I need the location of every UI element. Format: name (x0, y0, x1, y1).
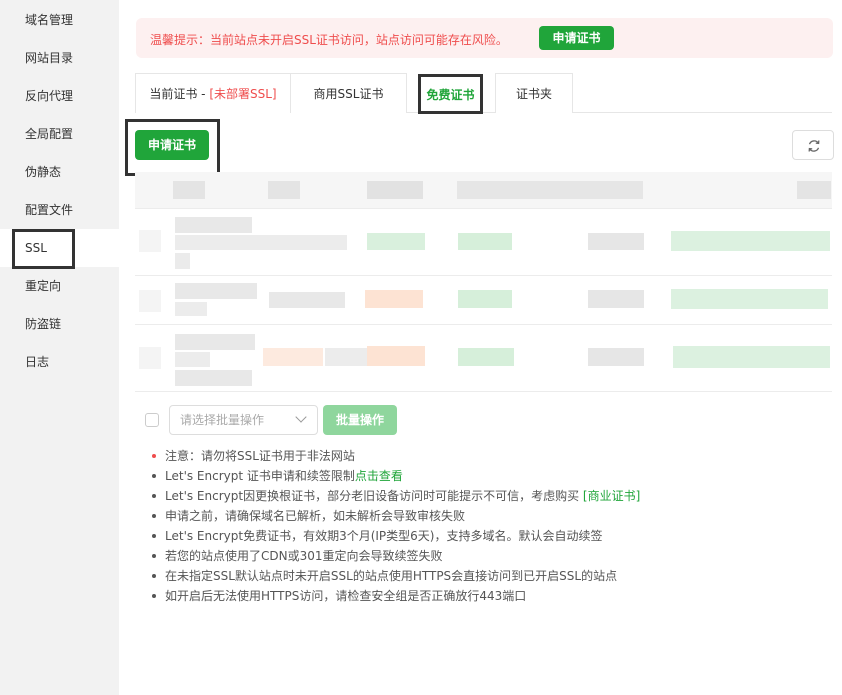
sidebar-item-log[interactable]: 日志 (0, 343, 119, 381)
view-limit-link[interactable]: 点击查看 (355, 469, 403, 483)
batch-operation-select[interactable]: 请选择批量操作 (169, 405, 318, 435)
note-cdn-redirect: 若您的站点使用了CDN或301重定向会导致续签失败 (152, 546, 835, 566)
note-default-site: 在未指定SSL默认站点时未开启SSL的站点使用HTTPS会直接访问到已开启SSL… (152, 566, 835, 586)
chevron-down-icon (295, 411, 307, 423)
alert-text: 温馨提示：当前站点未开启SSL证书访问，站点访问可能存在风险。 (150, 33, 508, 47)
sidebar-item-ssl[interactable]: SSL (0, 229, 119, 267)
ssl-notes-list: 注意：请勿将SSL证书用于非法网站 Let's Encrypt 证书申请和续签限… (152, 446, 835, 606)
batch-operation-button[interactable]: 批量操作 (323, 405, 397, 435)
sidebar-item-rewrite[interactable]: 伪静态 (0, 153, 119, 191)
apply-cert-button[interactable]: 申请证书 (135, 130, 209, 160)
note-root-cert-text: Let's Encrypt因更换根证书，部分老旧设备访问时可能提示不可信，考虑购… (165, 489, 583, 503)
main-panel: 温馨提示：当前站点未开启SSL证书访问，站点访问可能存在风险。 申请证书 当前证… (119, 0, 842, 695)
note-validity: Let's Encrypt免费证书，有效期3个月(IP类型6天)，支持多域名。默… (152, 526, 835, 546)
note-root-cert: Let's Encrypt因更换根证书，部分老旧设备访问时可能提示不可信，考虑购… (152, 486, 835, 506)
ssl-warning-alert: 温馨提示：当前站点未开启SSL证书访问，站点访问可能存在风险。 申请证书 (136, 18, 833, 58)
tab-commercial-ssl[interactable]: 商用SSL证书 (290, 73, 407, 113)
note-dns-resolve: 申请之前，请确保域名已解析，如未解析会导致审核失败 (152, 506, 835, 526)
refresh-icon (808, 140, 820, 152)
commercial-cert-link[interactable]: [商业证书] (583, 489, 640, 503)
tab-current-cert-label: 当前证书 - (149, 87, 210, 101)
sidebar-item-domain[interactable]: 域名管理 (0, 1, 119, 39)
note-rate-limit-text: Let's Encrypt 证书申请和续签限制 (165, 469, 355, 483)
tab-current-cert-status: [未部署SSL] (209, 87, 277, 101)
cert-table (135, 172, 832, 392)
cert-table-header (135, 172, 832, 208)
batch-select-placeholder: 请选择批量操作 (180, 413, 265, 427)
sidebar-item-global-config[interactable]: 全局配置 (0, 115, 119, 153)
sidebar-item-site-dir[interactable]: 网站目录 (0, 39, 119, 77)
sidebar-item-reverse-proxy[interactable]: 反向代理 (0, 77, 119, 115)
select-all-checkbox[interactable] (145, 413, 159, 427)
tab-current-cert[interactable]: 当前证书 - [未部署SSL] (135, 73, 291, 113)
tab-cert-folder[interactable]: 证书夹 (495, 73, 573, 113)
alert-apply-cert-button[interactable]: 申请证书 (539, 26, 614, 50)
note-rate-limit: Let's Encrypt 证书申请和续签限制点击查看 (152, 466, 835, 486)
note-port-443: 如开启后无法使用HTTPS访问，请检查安全组是否正确放行443端口 (152, 586, 835, 606)
tab-free-cert[interactable]: 免费证书 (419, 75, 482, 114)
sidebar-item-redirect[interactable]: 重定向 (0, 267, 119, 305)
sidebar: 域名管理 网站目录 反向代理 全局配置 伪静态 配置文件 SSL 重定向 防盗链… (0, 0, 119, 695)
note-illegal-warning: 注意：请勿将SSL证书用于非法网站 (152, 446, 835, 466)
sidebar-item-config-file[interactable]: 配置文件 (0, 191, 119, 229)
refresh-button[interactable] (792, 130, 834, 160)
sidebar-item-hotlink[interactable]: 防盗链 (0, 305, 119, 343)
